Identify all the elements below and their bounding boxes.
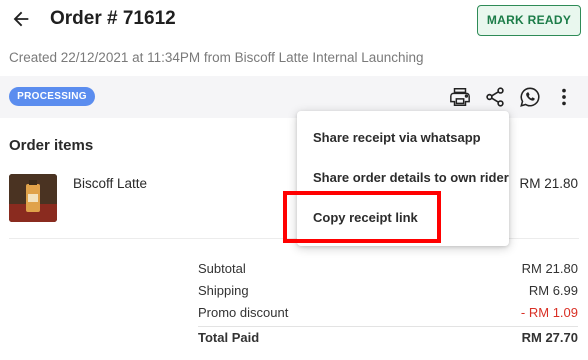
summary-divider	[198, 326, 578, 327]
share-options-menu: Share receipt via whatsapp Share order d…	[297, 111, 509, 246]
menu-item-share-own-rider[interactable]: Share order details to own rider	[297, 158, 509, 198]
promo-discount-row: Promo discount - RM 1.09	[198, 305, 578, 323]
shipping-row: Shipping RM 6.99	[198, 283, 578, 301]
back-arrow-icon[interactable]	[10, 8, 32, 30]
share-icon[interactable]	[484, 86, 506, 108]
order-header: Order # 71612 MARK READY	[0, 0, 588, 44]
item-price: RM 21.80	[519, 176, 578, 191]
promo-discount-value: - RM 1.09	[520, 305, 578, 320]
order-created-info: Created 22/12/2021 at 11:34PM from Bisco…	[9, 50, 424, 65]
subtotal-value: RM 21.80	[521, 261, 578, 276]
total-paid-value: RM 27.70	[521, 330, 578, 345]
printer-icon[interactable]	[449, 86, 471, 108]
whatsapp-icon[interactable]	[519, 86, 541, 108]
total-paid-row: Total Paid RM 27.70	[198, 330, 578, 348]
item-name: Biscoff Latte	[73, 176, 148, 191]
subtotal-row: Subtotal RM 21.80	[198, 261, 578, 279]
shipping-value: RM 6.99	[528, 283, 578, 298]
promo-discount-label: Promo discount	[198, 305, 289, 320]
more-vert-icon[interactable]	[553, 86, 575, 108]
mark-ready-button[interactable]: MARK READY	[477, 5, 581, 36]
shipping-label: Shipping	[198, 283, 249, 298]
menu-item-share-whatsapp[interactable]: Share receipt via whatsapp	[297, 118, 509, 158]
subtotal-label: Subtotal	[198, 261, 246, 276]
order-items-heading: Order items	[9, 137, 94, 154]
menu-item-copy-receipt-link[interactable]: Copy receipt link	[297, 198, 509, 238]
status-badge: PROCESSING	[9, 87, 95, 106]
product-thumbnail	[9, 174, 57, 222]
page-title: Order # 71612	[50, 8, 176, 29]
total-paid-label: Total Paid	[198, 330, 260, 345]
